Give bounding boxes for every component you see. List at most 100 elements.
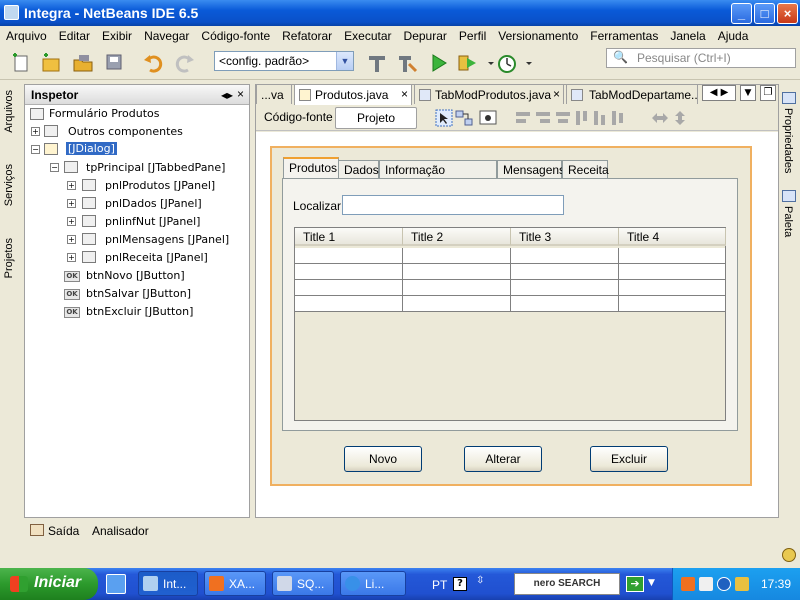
form-tab-produtos[interactable]: Produtos: [283, 157, 339, 179]
tree-node-pnldados[interactable]: pnlDados [JPanel]: [105, 197, 202, 210]
restore-window-icon[interactable]: ❐: [760, 85, 776, 101]
tray-icon[interactable]: [699, 577, 713, 591]
network-icon[interactable]: [717, 577, 731, 591]
menu-depurar[interactable]: Depurar: [398, 26, 453, 43]
close-button[interactable]: ×: [777, 3, 798, 24]
expand-icon[interactable]: +: [67, 199, 76, 208]
menu-executar[interactable]: Executar: [338, 26, 397, 43]
quicklaunch-desktop-icon[interactable]: [106, 574, 126, 594]
align-buttons-icon[interactable]: [514, 109, 634, 127]
build-icon[interactable]: [366, 52, 388, 74]
tree-node-pnlinfnut[interactable]: pnlinfNut [JPanel]: [105, 215, 200, 228]
novo-button[interactable]: Novo: [344, 446, 422, 472]
task-netbeans[interactable]: Int...: [138, 571, 198, 596]
table-cell[interactable]: [619, 296, 726, 312]
column-header[interactable]: Title 1: [295, 228, 403, 246]
tab-saida[interactable]: Saída: [48, 524, 79, 538]
expand-icon[interactable]: +: [31, 127, 40, 136]
table-cell[interactable]: [511, 248, 619, 264]
table-cell[interactable]: [403, 296, 511, 312]
tab-produtos-java[interactable]: Produtos.java ×: [294, 84, 412, 105]
volume-icon[interactable]: [735, 577, 749, 591]
tab-paleta[interactable]: Paleta: [782, 206, 794, 237]
expand-icon[interactable]: +: [67, 217, 76, 226]
tab-arquivos[interactable]: Arquivos: [3, 90, 15, 133]
tab-servicos[interactable]: Serviços: [3, 164, 15, 206]
tree-node-pnlprodutos[interactable]: pnlProdutos [JPanel]: [105, 179, 215, 192]
open-project-icon[interactable]: [72, 52, 94, 74]
form-tab-mensagens[interactable]: Mensagens: [497, 160, 565, 179]
table-cell[interactable]: [511, 280, 619, 296]
save-all-icon[interactable]: [104, 52, 126, 74]
search-input[interactable]: 🔍 Pesquisar (Ctrl+I): [606, 48, 796, 68]
form-tab-dados[interactable]: Dados: [338, 160, 379, 179]
table-cell[interactable]: [619, 264, 726, 280]
tree-node-jdialog[interactable]: [JDialog]: [66, 142, 117, 155]
form-tab-info-nutricional[interactable]: Informação Nutricional: [379, 160, 497, 191]
column-header[interactable]: Title 4: [619, 228, 726, 246]
language-indicator[interactable]: PT: [432, 578, 447, 592]
tree-node-btnnovo[interactable]: btnNovo [JButton]: [86, 269, 185, 282]
tree-node-outros[interactable]: Outros componentes: [68, 125, 183, 138]
tab-analisador[interactable]: Analisador: [92, 524, 149, 538]
tab-projetos[interactable]: Projetos: [3, 238, 15, 278]
minimize-panel-icon[interactable]: ◂▸: [221, 88, 233, 102]
products-table[interactable]: Title 1 Title 2 Title 3 Title 4: [294, 227, 726, 421]
form-tab-receita[interactable]: Receita: [562, 160, 609, 179]
restore-icon[interactable]: ⇳: [476, 575, 490, 591]
table-cell[interactable]: [295, 280, 403, 296]
table-cell[interactable]: [619, 280, 726, 296]
expand-icon[interactable]: +: [67, 181, 76, 190]
menu-refatorar[interactable]: Refatorar: [276, 26, 338, 43]
column-header[interactable]: Title 2: [403, 228, 511, 246]
tab-scroll-buttons[interactable]: ◀ ▶: [702, 85, 736, 101]
profile-dropdown-icon[interactable]: [522, 52, 544, 74]
nero-search-box[interactable]: nero SEARCH: [514, 573, 620, 595]
new-project-icon[interactable]: [40, 52, 62, 74]
menu-navegar[interactable]: Navegar: [138, 26, 195, 43]
tab-tabmoddepartame[interactable]: TabModDepartame...: [566, 84, 698, 104]
menu-codigo-fonte[interactable]: Código-fonte: [195, 26, 276, 43]
table-cell[interactable]: [403, 280, 511, 296]
go-icon[interactable]: ➔: [626, 576, 644, 592]
new-file-icon[interactable]: [10, 52, 32, 74]
tree-node-tpprincipal[interactable]: tpPrincipal [JTabbedPane]: [86, 161, 225, 174]
connection-mode-icon[interactable]: [454, 108, 474, 128]
menu-arquivo[interactable]: Arquivo: [0, 26, 53, 43]
table-cell[interactable]: [295, 296, 403, 312]
table-cell[interactable]: [511, 264, 619, 280]
menu-versionamento[interactable]: Versionamento: [492, 26, 584, 43]
menu-exibir[interactable]: Exibir: [96, 26, 138, 43]
design-tab[interactable]: Projeto: [335, 107, 417, 129]
close-panel-icon[interactable]: ×: [237, 87, 244, 101]
table-cell[interactable]: [511, 296, 619, 312]
resize-buttons-icon[interactable]: [650, 110, 690, 126]
tab-list-icon[interactable]: ▼: [740, 85, 756, 101]
notification-icon[interactable]: [782, 548, 796, 562]
table-cell[interactable]: [619, 248, 726, 264]
excluir-button[interactable]: Excluir: [590, 446, 668, 472]
start-button[interactable]: Iniciar: [0, 568, 98, 600]
close-tab-icon[interactable]: ×: [553, 87, 560, 101]
collapse-icon[interactable]: −: [31, 145, 40, 154]
tab-propriedades[interactable]: Propriedades: [782, 108, 794, 173]
config-select[interactable]: <config. padrão> ▼: [214, 51, 354, 71]
menu-editar[interactable]: Editar: [53, 26, 96, 43]
table-cell[interactable]: [295, 264, 403, 280]
tab-va[interactable]: ...va: [256, 84, 292, 104]
task-sql[interactable]: SQ...: [272, 571, 334, 596]
expand-icon[interactable]: +: [67, 235, 76, 244]
tree-node-form[interactable]: Formulário Produtos: [49, 107, 159, 120]
redo-icon[interactable]: [174, 52, 196, 74]
task-xampp[interactable]: XA...: [204, 571, 266, 596]
selection-mode-icon[interactable]: [434, 108, 454, 128]
task-browser[interactable]: Li...: [340, 571, 406, 596]
menu-ajuda[interactable]: Ajuda: [712, 26, 755, 43]
help-icon[interactable]: ?: [453, 577, 467, 591]
tree-node-pnlmensagens[interactable]: pnlMensagens [JPanel]: [105, 233, 229, 246]
chevron-down-icon[interactable]: ▼: [336, 52, 353, 70]
tab-tabmodprodutos[interactable]: TabModProdutos.java ×: [414, 84, 564, 104]
tree-node-btnexcluir[interactable]: btnExcluir [JButton]: [86, 305, 193, 318]
expand-icon[interactable]: +: [67, 253, 76, 262]
source-tab[interactable]: Código-fonte: [258, 107, 339, 129]
